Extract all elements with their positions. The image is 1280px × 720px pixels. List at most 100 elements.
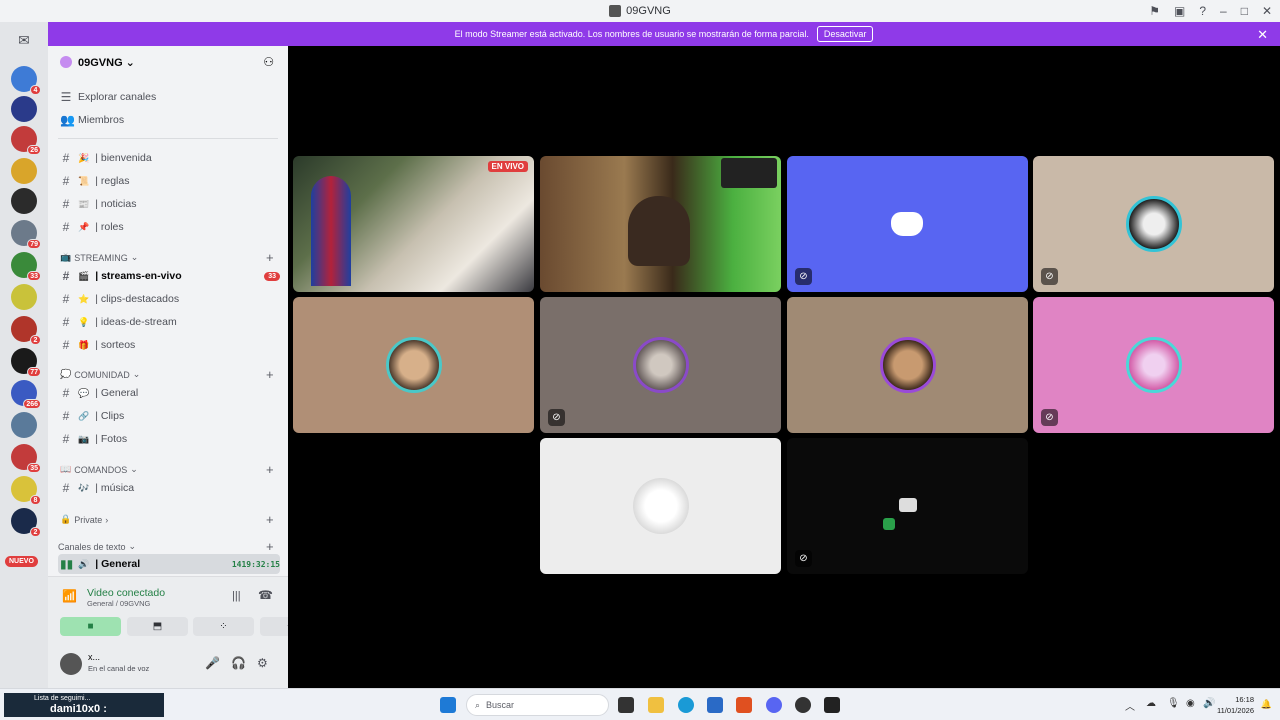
voice-status[interactable]: Video conectado — [87, 587, 165, 599]
server-icon[interactable]: 266 — [11, 380, 41, 409]
search-box[interactable]: ⌕ Buscar — [466, 694, 609, 716]
video-tile-user[interactable] — [540, 438, 781, 574]
video-tile-discord[interactable]: ⊘ — [787, 156, 1028, 292]
help-icon[interactable]: ? — [1199, 4, 1206, 18]
store-icon[interactable] — [707, 697, 723, 713]
deactivate-button[interactable]: Desactivar — [816, 26, 874, 42]
disconnect-icon[interactable]: ☎ — [258, 588, 273, 602]
video-tile-camera[interactable] — [540, 156, 781, 292]
cloud-icon[interactable]: ☁ — [1146, 698, 1156, 709]
server-badge: 266 — [23, 399, 41, 409]
taskbar: Lista de seguimi... dami10x0 : ⌕ Buscar … — [0, 688, 1280, 720]
category-icon: 📺 — [60, 252, 72, 262]
chevron-down-icon: ⌄ — [130, 252, 139, 262]
volume-icon[interactable]: 🔊 — [1203, 698, 1215, 709]
server-icon[interactable]: 2 — [11, 316, 41, 345]
category-comunidad[interactable]: 💭 COMUNIDAD ⌄ + — [60, 367, 274, 382]
tray-chevron-icon[interactable]: ︿ — [1125, 698, 1135, 713]
file-explorer-icon[interactable] — [648, 697, 664, 713]
channel-item[interactable]: # 📌 | roles — [58, 217, 280, 237]
channel-item[interactable]: # 📷 | Fotos — [58, 429, 280, 449]
edge-icon[interactable] — [678, 697, 694, 713]
channel-item[interactable]: # 🎬 | streams-en-vivo 33 — [58, 266, 280, 286]
channel-name: | Clips — [95, 410, 125, 422]
channel-item[interactable]: # 📰 | noticias — [58, 194, 280, 214]
screen-icon[interactable]: ▣ — [1174, 4, 1185, 18]
avatar[interactable] — [60, 653, 82, 675]
noise-suppression-icon[interactable]: ||| — [232, 590, 241, 602]
server-icon[interactable] — [11, 188, 37, 214]
notification-icon[interactable]: 🔔 — [1261, 699, 1272, 710]
app-icon[interactable] — [824, 697, 840, 713]
maximize-button[interactable]: □ — [1241, 4, 1248, 18]
channel-item[interactable]: # ⭐ | clips-destacados — [58, 289, 280, 309]
clock[interactable]: 16:18 11/01/2026 — [1217, 694, 1254, 716]
guild-header[interactable]: 09GVNG ⌄ ⚇ — [48, 46, 288, 78]
camera-button[interactable]: ■ — [60, 617, 121, 636]
server-icon[interactable]: 33 — [11, 252, 41, 281]
video-tile-user[interactable]: ⊘ — [540, 297, 781, 433]
category-comandos[interactable]: 📖 COMANDOS ⌄ + — [60, 462, 274, 477]
add-channel-icon[interactable]: + — [266, 512, 274, 527]
server-icon[interactable]: 8 — [11, 476, 41, 505]
video-tile-stream[interactable]: EN VIVO — [293, 156, 534, 292]
microphone-icon[interactable]: 🎤 — [205, 656, 220, 670]
server-icon[interactable] — [11, 412, 37, 438]
add-channel-icon[interactable]: + — [266, 367, 274, 382]
inbox-icon[interactable]: ⚑ — [1149, 4, 1160, 18]
category-text-channels[interactable]: Canales de texto ⌄ + — [58, 539, 274, 554]
brave-icon[interactable] — [736, 697, 752, 713]
app-icon[interactable] — [795, 697, 811, 713]
wifi-icon[interactable]: ◉ — [1186, 698, 1195, 709]
screen-share-button[interactable]: ⬒ — [127, 617, 188, 636]
video-tile-user[interactable]: ⊘ — [1033, 297, 1274, 433]
video-tile-user[interactable] — [293, 297, 534, 433]
video-stage: EN VIVO ⊘ ⊘ ⊘ ⊘ ⊘ — [288, 46, 1280, 688]
video-tile-user[interactable]: ⊘ — [1033, 156, 1274, 292]
close-icon[interactable]: ✕ — [1257, 27, 1268, 43]
add-channel-icon[interactable]: + — [266, 539, 274, 554]
channel-item[interactable]: # 🎁 | sorteos — [58, 335, 280, 355]
server-icon[interactable]: 4 — [11, 66, 41, 95]
server-icon[interactable] — [11, 284, 37, 310]
server-icon[interactable]: 2 — [11, 508, 41, 537]
minimize-button[interactable]: – — [1220, 4, 1227, 18]
discord-home-icon[interactable]: ✉ — [11, 27, 37, 53]
add-channel-icon[interactable]: + — [266, 250, 274, 265]
server-icon[interactable]: 26 — [11, 126, 41, 155]
server-icon[interactable]: 77 — [11, 348, 41, 377]
video-tile-user[interactable] — [787, 297, 1028, 433]
headphones-icon[interactable]: 🎧 — [231, 656, 246, 670]
channel-item[interactable]: # 🎶 | música — [58, 478, 280, 498]
server-icon[interactable] — [11, 96, 37, 122]
server-icon[interactable] — [11, 158, 37, 184]
video-tile-user[interactable]: ⊘ — [787, 438, 1028, 574]
channel-item[interactable]: # 💬 | General — [58, 383, 280, 403]
server-badge: 79 — [27, 239, 41, 249]
explore-channels[interactable]: ☰ Explorar canales — [58, 87, 280, 107]
task-view-icon[interactable] — [618, 697, 634, 713]
server-icon[interactable]: 79 — [11, 220, 41, 249]
category-private[interactable]: 🔒 Private › + — [60, 512, 274, 527]
close-window-button[interactable]: ✕ — [1262, 4, 1272, 18]
server-icon[interactable]: 35 — [11, 444, 41, 473]
activities-button[interactable]: ⁘ — [193, 617, 254, 636]
channel-item[interactable]: # 📜 | reglas — [58, 171, 280, 191]
windows-start-icon[interactable] — [440, 697, 456, 713]
channel-item[interactable]: # 💡 | ideas-de-stream — [58, 312, 280, 332]
gear-icon[interactable]: ⚙ — [257, 656, 268, 670]
screen-share-icon: ⬒ — [152, 621, 163, 632]
discord-icon[interactable] — [766, 697, 782, 713]
hash-icon: # — [62, 432, 70, 446]
channel-name: | bienvenida — [95, 152, 152, 164]
microphone-icon[interactable]: 🎙 — [1167, 698, 1180, 709]
category-streaming[interactable]: 📺 STREAMING ⌄ + — [60, 250, 274, 265]
channel-item[interactable]: # 🎉 | bienvenida — [58, 148, 280, 168]
voice-channel-general[interactable]: ▮▮ 🔊 | General 1419:32:15 — [58, 554, 280, 574]
channel-item[interactable]: # 🔗 | Clips — [58, 406, 280, 426]
hash-icon: # — [62, 151, 70, 165]
voice-connection-panel: 📶 Video conectado General / 09GVNG ||| ☎… — [48, 576, 321, 644]
add-channel-icon[interactable]: + — [266, 462, 274, 477]
members-link[interactable]: 👥 Miembros — [58, 110, 280, 130]
invite-icon[interactable]: ⚇ — [263, 55, 274, 69]
